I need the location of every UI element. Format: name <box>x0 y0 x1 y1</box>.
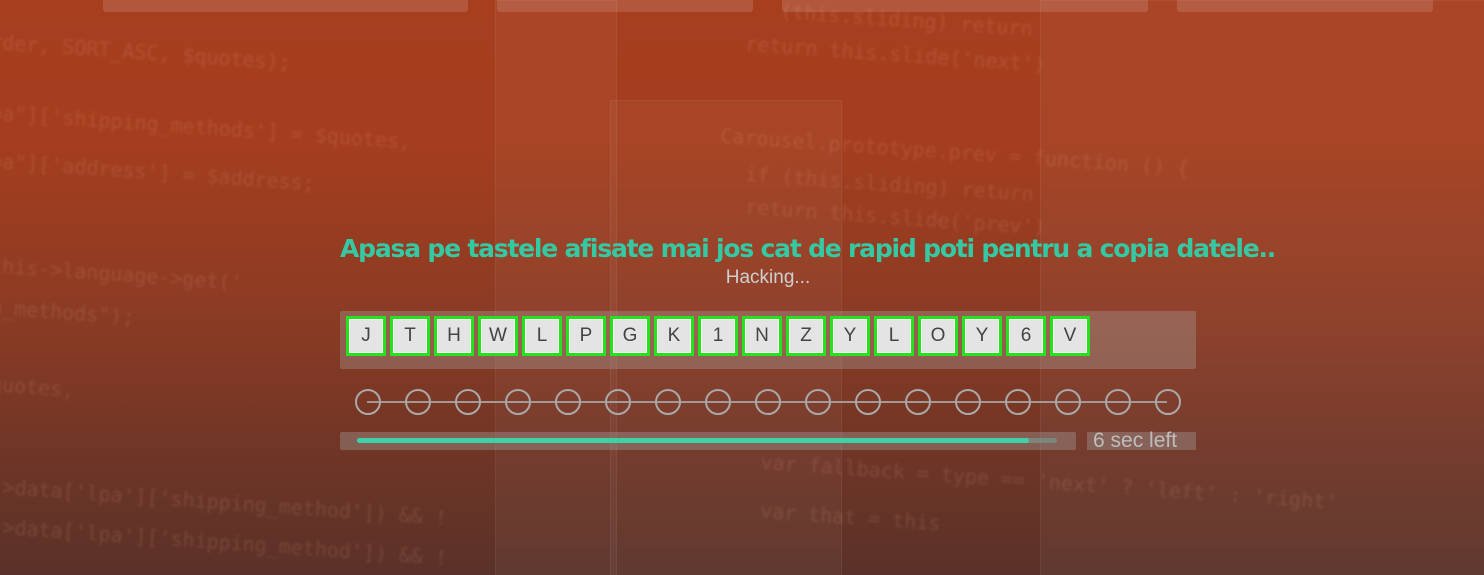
key-tile[interactable]: Y <box>962 316 1002 356</box>
progress-node <box>455 389 481 415</box>
key-sequence-panel: JTHWLPGK1NZYLOY6V <box>340 311 1196 369</box>
code-line: pa"]['address'] = $address; <box>0 148 316 196</box>
key-tile[interactable]: G <box>610 316 650 356</box>
time-bar <box>340 432 1076 450</box>
progress-node <box>555 389 581 415</box>
progress-node <box>405 389 431 415</box>
time-bar-rail <box>357 438 1057 443</box>
background-tab <box>103 0 468 12</box>
progress-node <box>355 389 381 415</box>
hacking-minigame: Apasa pe tastele afisate mai jos cat de … <box>340 228 1276 451</box>
code-line: return this.slide('next') <box>744 31 1047 77</box>
key-tile[interactable]: 1 <box>698 316 738 356</box>
progress-node <box>505 389 531 415</box>
progress-node <box>855 389 881 415</box>
key-tile[interactable]: J <box>346 316 386 356</box>
code-line: rder, SORT_ASC, $quotes); <box>0 29 292 75</box>
progress-node <box>655 389 681 415</box>
key-tile[interactable]: Y <box>830 316 870 356</box>
progress-nodes <box>355 389 1181 415</box>
key-tile[interactable]: H <box>434 316 474 356</box>
instructions-title: Apasa pe tastele afisate mai jos cat de … <box>340 234 1276 263</box>
progress-node <box>1055 389 1081 415</box>
progress-node <box>1005 389 1031 415</box>
status-text: Hacking... <box>725 267 811 288</box>
time-bar-fill <box>357 438 1029 443</box>
code-line: var fallback = type == 'next' ? 'left' :… <box>759 449 1339 515</box>
key-tile[interactable]: L <box>522 316 562 356</box>
code-line: ->data['lpa']['shipping_method']) && ! <box>0 514 448 570</box>
progress-node <box>1155 389 1181 415</box>
key-tile[interactable]: O <box>918 316 958 356</box>
code-line: g_methods"); <box>0 294 136 330</box>
progress-node <box>905 389 931 415</box>
key-tile[interactable]: P <box>566 316 606 356</box>
time-left-label: 6 sec left <box>1087 430 1196 451</box>
progress-node <box>805 389 831 415</box>
background-panel-right <box>1040 0 1484 575</box>
background-panel-left <box>495 0 617 575</box>
key-tile[interactable]: Z <box>786 316 826 356</box>
code-line: pa"]['shipping_methods'] = $quotes, <box>0 100 412 154</box>
progress-node <box>705 389 731 415</box>
key-tile[interactable]: N <box>742 316 782 356</box>
code-line: if (this.sliding) return <box>744 161 1035 207</box>
key-tile[interactable]: W <box>478 316 518 356</box>
key-tile[interactable]: V <box>1050 316 1090 356</box>
code-line: Carousel.prototype.prev = function () { <box>719 123 1190 181</box>
key-tile[interactable]: K <box>654 316 694 356</box>
key-sequence: JTHWLPGK1NZYLOY6V <box>346 316 1090 356</box>
code-line: ->data['lpa']['shipping_method']) && ! <box>0 474 448 530</box>
code-line: (this.sliding) return <box>779 0 1034 41</box>
code-line: this->language->get(' <box>0 253 244 295</box>
background-tab <box>782 0 1148 12</box>
background-tab <box>497 0 753 12</box>
progress-node <box>955 389 981 415</box>
key-tile[interactable]: T <box>390 316 430 356</box>
progress-node <box>605 389 631 415</box>
progress-node <box>1105 389 1131 415</box>
code-line: quotes, <box>0 372 76 402</box>
key-tile[interactable]: L <box>874 316 914 356</box>
key-tile[interactable]: 6 <box>1006 316 1046 356</box>
progress-node <box>755 389 781 415</box>
background-tab <box>1177 0 1433 12</box>
code-line: var that = this <box>759 498 942 536</box>
